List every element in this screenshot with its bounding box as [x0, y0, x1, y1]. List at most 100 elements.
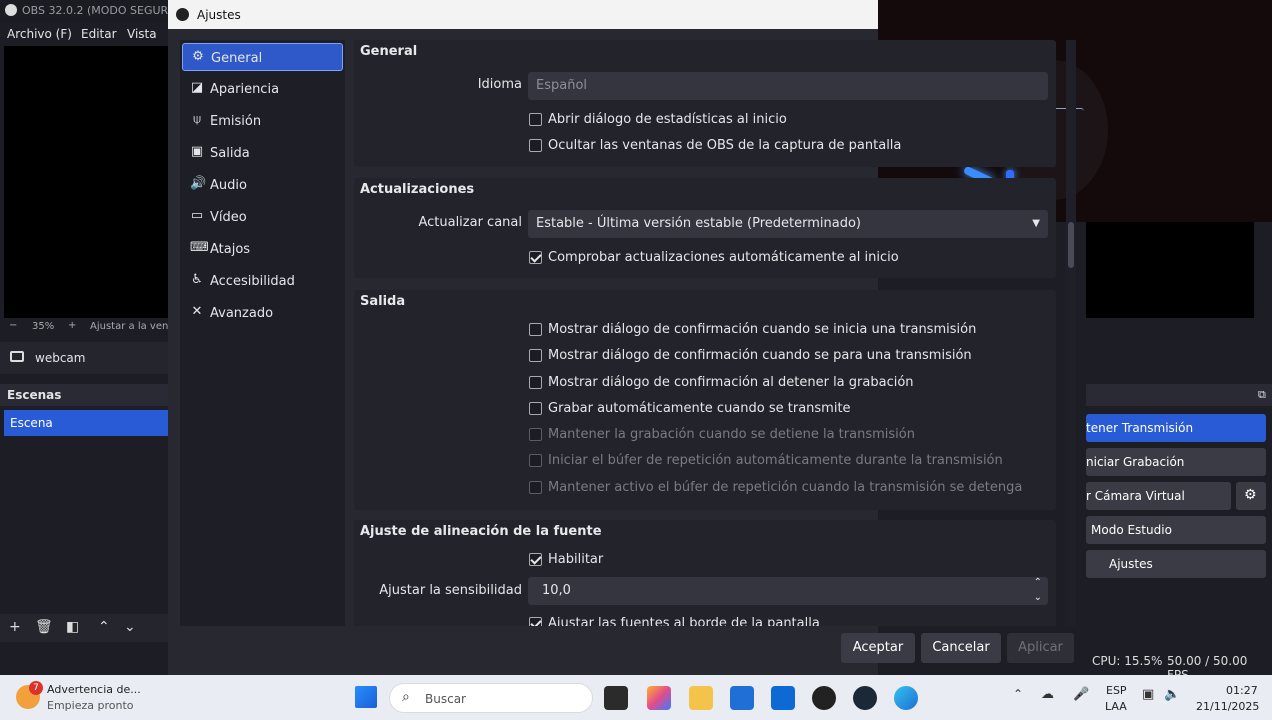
sidebar-item-output[interactable]: ▣ Salida [182, 139, 343, 167]
scrollbar-thumb[interactable] [1068, 222, 1074, 268]
sidebar-item-label: Emisión [210, 114, 262, 129]
sensitivity-spinbox[interactable]: 10,0 ⌃ ⌄ [528, 577, 1048, 605]
clock-date: 21/11/2025 [1196, 700, 1260, 713]
sidebar-item-label: Vídeo [210, 210, 247, 225]
menubar: Archivo (F) Editar Vista [0, 22, 170, 46]
cancel-button[interactable]: Cancelar [921, 633, 1001, 663]
file-explorer-icon[interactable] [689, 686, 713, 710]
source-label: webcam [35, 351, 86, 365]
network-icon[interactable]: ▣ [1142, 687, 1154, 702]
camera-icon [10, 351, 24, 362]
language-select[interactable]: Español [528, 72, 1048, 100]
cloud-icon[interactable]: ☁ [1041, 687, 1054, 702]
settings-button[interactable]: Ajustes [1086, 550, 1266, 578]
undock-icon[interactable]: ⧉ [1258, 388, 1266, 402]
microphone-icon[interactable]: 🎤 [1073, 687, 1089, 702]
cpu-usage: CPU: 15.5% [1092, 654, 1163, 668]
obs-window-title: OBS 32.0.2 (MODO SEGURO) [22, 4, 182, 17]
edge-icon[interactable] [894, 686, 918, 710]
taskbar: 7 Advertencia de... Empieza pronto ⌕ Bus… [0, 675, 1272, 720]
checkbox-label: Habilitar [548, 552, 604, 567]
language-label: Idioma [477, 77, 522, 92]
outlook-icon[interactable] [771, 686, 795, 710]
group-updates: Actualizaciones Actualizar canal Estable… [354, 178, 1056, 278]
zoom-fit-button[interactable]: Ajustar a la vent [90, 321, 172, 332]
language-indicator[interactable]: ESP [1106, 684, 1127, 697]
sidebar-item-video[interactable]: ▭ Vídeo [182, 203, 343, 231]
move-down-icon[interactable]: ⌄ [124, 619, 136, 635]
search-box[interactable]: ⌕ Buscar [389, 683, 593, 713]
volume-icon[interactable]: 🔈 [1164, 687, 1180, 702]
start-recording-button[interactable]: niciar Grabación [1086, 448, 1266, 476]
start-icon[interactable] [355, 686, 377, 708]
zoom-out-button[interactable]: − [9, 320, 17, 331]
sidebar-item-audio[interactable]: 🔊 Audio [182, 171, 343, 199]
sidebar-item-label: Audio [210, 178, 247, 193]
remove-scene-icon[interactable]: 🗑 [35, 619, 53, 635]
sidebar-item-appearance[interactable]: ◪ Apariencia [182, 75, 343, 103]
content-scrollbar[interactable] [1066, 40, 1076, 626]
checkbox[interactable] [529, 376, 542, 389]
ok-label: Aceptar [852, 640, 904, 655]
checkbox[interactable] [529, 617, 542, 626]
chevron-up-icon[interactable]: ⌃ [1013, 687, 1023, 701]
chevron-down-icon: ▼ [1032, 218, 1040, 229]
scene-toolbar: + 🗑 ◧ ⌃ ⌄ [0, 614, 170, 642]
stop-stream-label: tener Transmisión [1086, 421, 1194, 435]
sidebar-item-general[interactable]: ⚙ General [182, 43, 343, 71]
checkbox-label: Ajustar las fuentes al borde de la panta… [548, 616, 820, 626]
sidebar-item-stream[interactable]: ⍦ Emisión [182, 107, 343, 135]
checkbox[interactable] [529, 402, 542, 415]
group-title: General [360, 44, 418, 59]
virtual-camera-button[interactable]: r Cámara Virtual [1086, 482, 1231, 510]
checkbox-label: Mantener activo el búfer de repetición c… [548, 480, 1023, 495]
checkbox[interactable] [529, 113, 542, 126]
store-icon[interactable] [730, 686, 754, 710]
filter-icon[interactable]: ◧ [66, 619, 79, 635]
steam-icon[interactable] [853, 686, 877, 710]
zoom-in-button[interactable]: + [68, 320, 76, 331]
virtual-camera-settings-button[interactable]: ⚙ [1236, 482, 1266, 510]
checkbox[interactable] [529, 323, 542, 336]
language-value: Español [536, 78, 588, 93]
checkbox[interactable] [529, 139, 542, 152]
menu-view[interactable]: Vista [127, 27, 157, 41]
task-view-icon[interactable] [604, 686, 628, 710]
apply-button: Aplicar [1007, 633, 1074, 663]
menu-file[interactable]: Archivo (F) [7, 27, 72, 41]
checkbox[interactable] [529, 349, 542, 362]
settings-label: Ajustes [1109, 557, 1153, 571]
update-channel-value: Estable - Última versión estable (Predet… [536, 216, 861, 231]
scenes-title: Escenas [7, 388, 62, 402]
checkbox[interactable] [529, 251, 542, 264]
clock-time[interactable]: 01:27 [1226, 684, 1258, 697]
notification-title[interactable]: Advertencia de... [47, 683, 141, 696]
menu-edit[interactable]: Editar [81, 27, 117, 41]
output-icon: ▣ [190, 144, 204, 159]
group-snapping: Ajuste de alineación de la fuente Habili… [354, 520, 1056, 626]
obs-taskbar-icon[interactable] [812, 686, 836, 710]
sidebar-item-accessibility[interactable]: ♿ Accesibilidad [182, 267, 343, 295]
scene-list-item[interactable]: Escena [4, 410, 170, 436]
group-title: Ajuste de alineación de la fuente [360, 524, 602, 539]
copilot-icon[interactable] [647, 686, 671, 710]
sensitivity-value: 10,0 [542, 583, 571, 598]
sidebar-item-hotkeys[interactable]: ⌨ Atajos [182, 235, 343, 263]
add-scene-icon[interactable]: + [9, 619, 21, 635]
update-channel-select[interactable]: Estable - Última versión estable (Predet… [528, 210, 1048, 238]
virtual-camera-label: r Cámara Virtual [1086, 489, 1185, 503]
broadcast-icon: ⍦ [193, 112, 201, 127]
chevron-down-icon[interactable]: ⌄ [1034, 584, 1042, 612]
move-up-icon[interactable]: ⌃ [98, 619, 110, 635]
search-icon: ⌕ [402, 689, 410, 705]
settings-dialog: Ajustes ⚙ General ◪ Apariencia ⍦ Emisión… [168, 0, 1076, 675]
checkbox[interactable] [529, 553, 542, 566]
source-row[interactable]: webcam [0, 342, 170, 374]
stop-stream-button[interactable]: tener Transmisión [1086, 414, 1266, 442]
scenes-list[interactable] [0, 436, 170, 614]
studio-mode-button[interactable]: Modo Estudio [1086, 516, 1266, 544]
ok-button[interactable]: Aceptar [841, 633, 915, 663]
preview-canvas[interactable] [4, 46, 168, 318]
settings-sidebar: ⚙ General ◪ Apariencia ⍦ Emisión ▣ Salid… [180, 40, 345, 626]
sidebar-item-advanced[interactable]: ✕ Avanzado [182, 299, 343, 327]
